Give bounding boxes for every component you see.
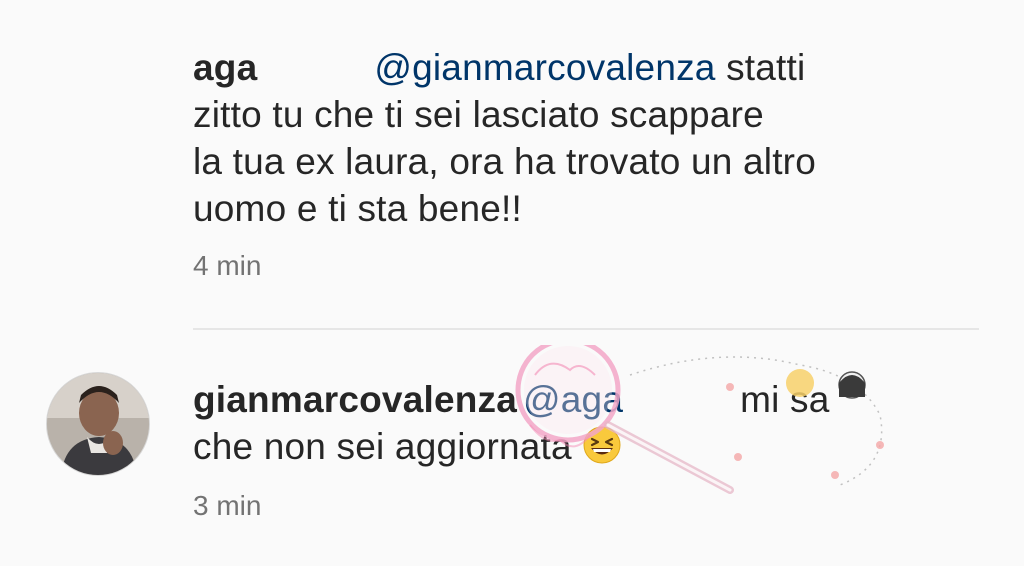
comment-username[interactable]: aga [193, 47, 257, 88]
comment-text: la tua ex laura, ora ha trovato un altro [193, 141, 816, 182]
avatar-photo [47, 373, 149, 475]
comment-mention[interactable]: @gianmarcovalenza [374, 47, 715, 88]
comment-username[interactable]: gianmarcovalenza [193, 379, 517, 420]
comment-text: zitto tu che ti sei lasciato scappare [193, 94, 764, 135]
comment-text: statti [726, 47, 806, 88]
avatar[interactable] [46, 372, 150, 476]
comment-timestamp: 3 min [193, 490, 262, 521]
comment-text: uomo e ti sta bene!! [193, 188, 522, 229]
watermark-logo [515, 345, 884, 494]
comment-body: aga @gianmarcovalenza statti zitto tu ch… [193, 44, 873, 232]
comment-divider [193, 328, 979, 330]
comment-timestamp: 4 min [193, 250, 262, 281]
